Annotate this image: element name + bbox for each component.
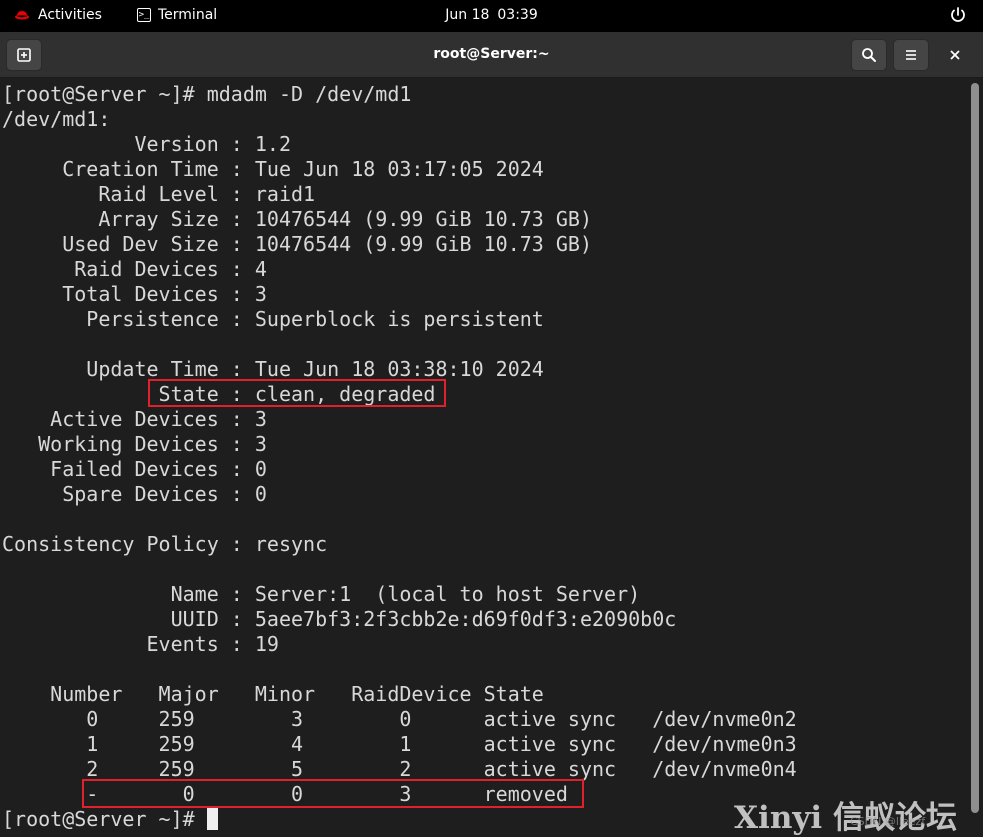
terminal-output: [root@Server ~]# mdadm -D /dev/md1/dev/m… — [2, 82, 797, 832]
clock-time: 03:39 — [497, 7, 538, 23]
terminal-line: [root@Server ~]# mdadm -D /dev/md1 — [2, 82, 412, 106]
terminal-prompt-line[interactable]: [root@Server ~]# — [2, 807, 797, 832]
search-button[interactable] — [851, 39, 887, 71]
removed-highlight-box — [82, 779, 584, 808]
close-icon — [950, 50, 960, 60]
top-bar: Activities >_ Terminal Jun 18 03:39 — [0, 0, 983, 32]
terminal-line: Events : 19 — [2, 632, 279, 656]
terminal-line: UUID : 5aee7bf3:2f3cbb2e:d69f0df3:e2090b… — [2, 607, 677, 631]
close-window-button[interactable] — [943, 43, 967, 67]
search-icon — [862, 48, 876, 62]
terminal-line: Consistency Policy : resync — [2, 532, 328, 556]
clock-date: Jun 18 — [445, 7, 490, 23]
window-title: root@Server:~ — [433, 46, 550, 62]
watermark-credit: CSDN @lleezf — [850, 815, 926, 828]
terminal-line: Failed Devices : 0 — [2, 457, 267, 481]
terminal-line: Number Major Minor RaidDevice State — [2, 682, 544, 706]
terminal-line: Version : 1.2 — [2, 132, 291, 156]
power-icon[interactable] — [949, 6, 967, 24]
terminal-prompt: [root@Server ~]# — [2, 807, 207, 831]
clock[interactable]: Jun 18 03:39 — [0, 7, 983, 23]
terminal-line: Active Devices : 3 — [2, 407, 267, 431]
terminal-line: Array Size : 10476544 (9.99 GiB 10.73 GB… — [2, 207, 593, 231]
terminal-line: Creation Time : Tue Jun 18 03:17:05 2024 — [2, 157, 544, 181]
terminal-line: /dev/md1: — [2, 107, 111, 131]
state-highlight-box — [148, 379, 446, 407]
terminal-line: Persistence : Superblock is persistent — [2, 307, 544, 331]
terminal-line: Total Devices : 3 — [2, 282, 267, 306]
terminal-line: Raid Level : raid1 — [2, 182, 316, 206]
terminal-header-bar: root@Server:~ — [0, 32, 983, 78]
text-cursor — [206, 808, 218, 830]
terminal-line: Used Dev Size : 10476544 (9.99 GiB 10.73… — [2, 232, 593, 256]
terminal-body[interactable]: [root@Server ~]# mdadm -D /dev/md1/dev/m… — [0, 79, 983, 837]
terminal-line: 0 259 3 0 active sync /dev/nvme0n2 — [2, 707, 797, 731]
terminal-line: Raid Devices : 4 — [2, 257, 267, 281]
terminal-scrollbar[interactable] — [971, 83, 979, 813]
menu-button[interactable] — [893, 39, 929, 71]
terminal-line: Name : Server:1 (local to host Server) — [2, 582, 641, 606]
terminal-line: 1 259 4 1 active sync /dev/nvme0n3 — [2, 732, 797, 756]
terminal-line: Working Devices : 3 — [2, 432, 267, 456]
terminal-line: Spare Devices : 0 — [2, 482, 267, 506]
hamburger-menu-icon — [906, 50, 916, 60]
